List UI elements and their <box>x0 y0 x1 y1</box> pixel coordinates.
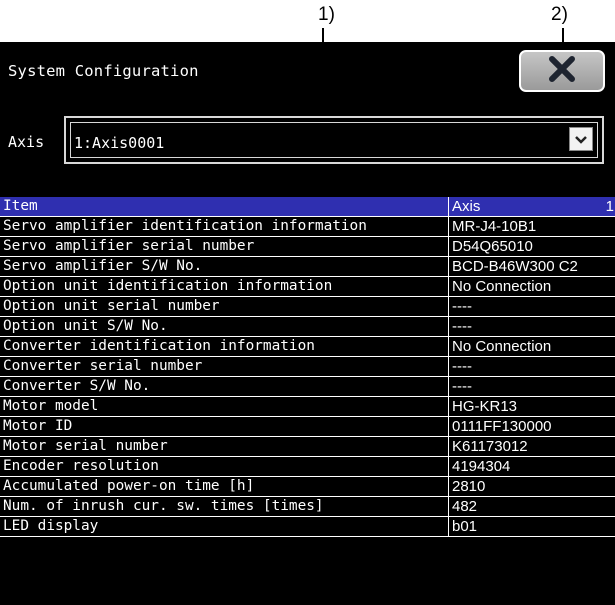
row-item: Encoder resolution <box>0 456 449 477</box>
row-value: 482 <box>448 496 615 517</box>
window-title: System Configuration <box>8 62 199 80</box>
row-item: Option unit identification information <box>0 276 449 297</box>
row-value: 0111FF130000 <box>448 416 615 437</box>
header-axis: Axis 1 <box>448 197 615 217</box>
chevron-down-icon <box>574 130 588 149</box>
row-item: Option unit serial number <box>0 296 449 317</box>
table-row: Servo amplifier S/W No. BCD-B46W300 C2 <box>0 256 615 277</box>
table-row: Converter S/W No. ---- <box>0 376 615 397</box>
row-value: 2810 <box>448 476 615 497</box>
row-value: No Connection <box>448 276 615 297</box>
row-item: Option unit S/W No. <box>0 316 449 337</box>
row-value: BCD-B46W300 C2 <box>448 256 615 277</box>
row-item: Motor model <box>0 396 449 417</box>
row-item: Converter serial number <box>0 356 449 377</box>
close-button[interactable] <box>519 50 605 92</box>
row-item: LED display <box>0 516 449 537</box>
table-row: Converter serial number ---- <box>0 356 615 377</box>
axis-select[interactable]: 1:Axis0001 <box>64 116 604 164</box>
table-row: Accumulated power-on time [h] 2810 <box>0 476 615 497</box>
row-item: Motor serial number <box>0 436 449 457</box>
table-row: Motor ID 0111FF130000 <box>0 416 615 437</box>
row-value: 4194304 <box>448 456 615 477</box>
row-item: Num. of inrush cur. sw. times [times] <box>0 496 449 517</box>
row-value: HG-KR13 <box>448 396 615 417</box>
row-item: Converter identification information <box>0 336 449 357</box>
row-value: ---- <box>448 356 615 377</box>
row-value: ---- <box>448 316 615 337</box>
table-row: LED display b01 <box>0 516 615 537</box>
axis-selected-value: 1:Axis0001 <box>74 134 165 152</box>
header-axis-number: 1 <box>605 198 614 215</box>
table-row: Option unit serial number ---- <box>0 296 615 317</box>
row-value: K61173012 <box>448 436 615 457</box>
row-value: No Connection <box>448 336 615 357</box>
table-row: Num. of inrush cur. sw. times [times] 482 <box>0 496 615 517</box>
callout-2: 2) <box>551 4 568 25</box>
axis-select-field: 1:Axis0001 <box>70 122 598 158</box>
row-value: b01 <box>448 516 615 537</box>
system-configuration-screen: System Configuration Axis 1:Axis0001 Ite… <box>0 42 615 605</box>
row-item: Converter S/W No. <box>0 376 449 397</box>
row-value: ---- <box>448 376 615 397</box>
row-item: Servo amplifier S/W No. <box>0 256 449 277</box>
table-row: Converter identification information No C… <box>0 336 615 357</box>
table-header-row: Item Axis 1 <box>0 197 615 217</box>
table-row: Motor model HG-KR13 <box>0 396 615 417</box>
table-row: Encoder resolution 4194304 <box>0 456 615 477</box>
close-x-icon <box>547 56 577 86</box>
header-item: Item <box>0 197 449 217</box>
row-value: D54Q65010 <box>448 236 615 257</box>
row-item: Motor ID <box>0 416 449 437</box>
callout-1: 1) <box>318 4 335 25</box>
header-axis-label: Axis <box>452 198 481 215</box>
config-table: Item Axis 1 Servo amplifier identificati… <box>0 197 615 537</box>
table-row: Option unit identification information No… <box>0 276 615 297</box>
row-value: MR-J4-10B1 <box>448 216 615 237</box>
row-item: Servo amplifier identification informati… <box>0 216 449 237</box>
table-row: Option unit S/W No. ---- <box>0 316 615 337</box>
row-item: Servo amplifier serial number <box>0 236 449 257</box>
axis-dropdown-button[interactable] <box>569 127 593 151</box>
table-row: Servo amplifier serial number D54Q65010 <box>0 236 615 257</box>
table-row: Servo amplifier identification informati… <box>0 216 615 237</box>
row-item: Accumulated power-on time [h] <box>0 476 449 497</box>
axis-label: Axis <box>8 133 45 151</box>
table-row: Motor serial number K61173012 <box>0 436 615 457</box>
row-value: ---- <box>448 296 615 317</box>
